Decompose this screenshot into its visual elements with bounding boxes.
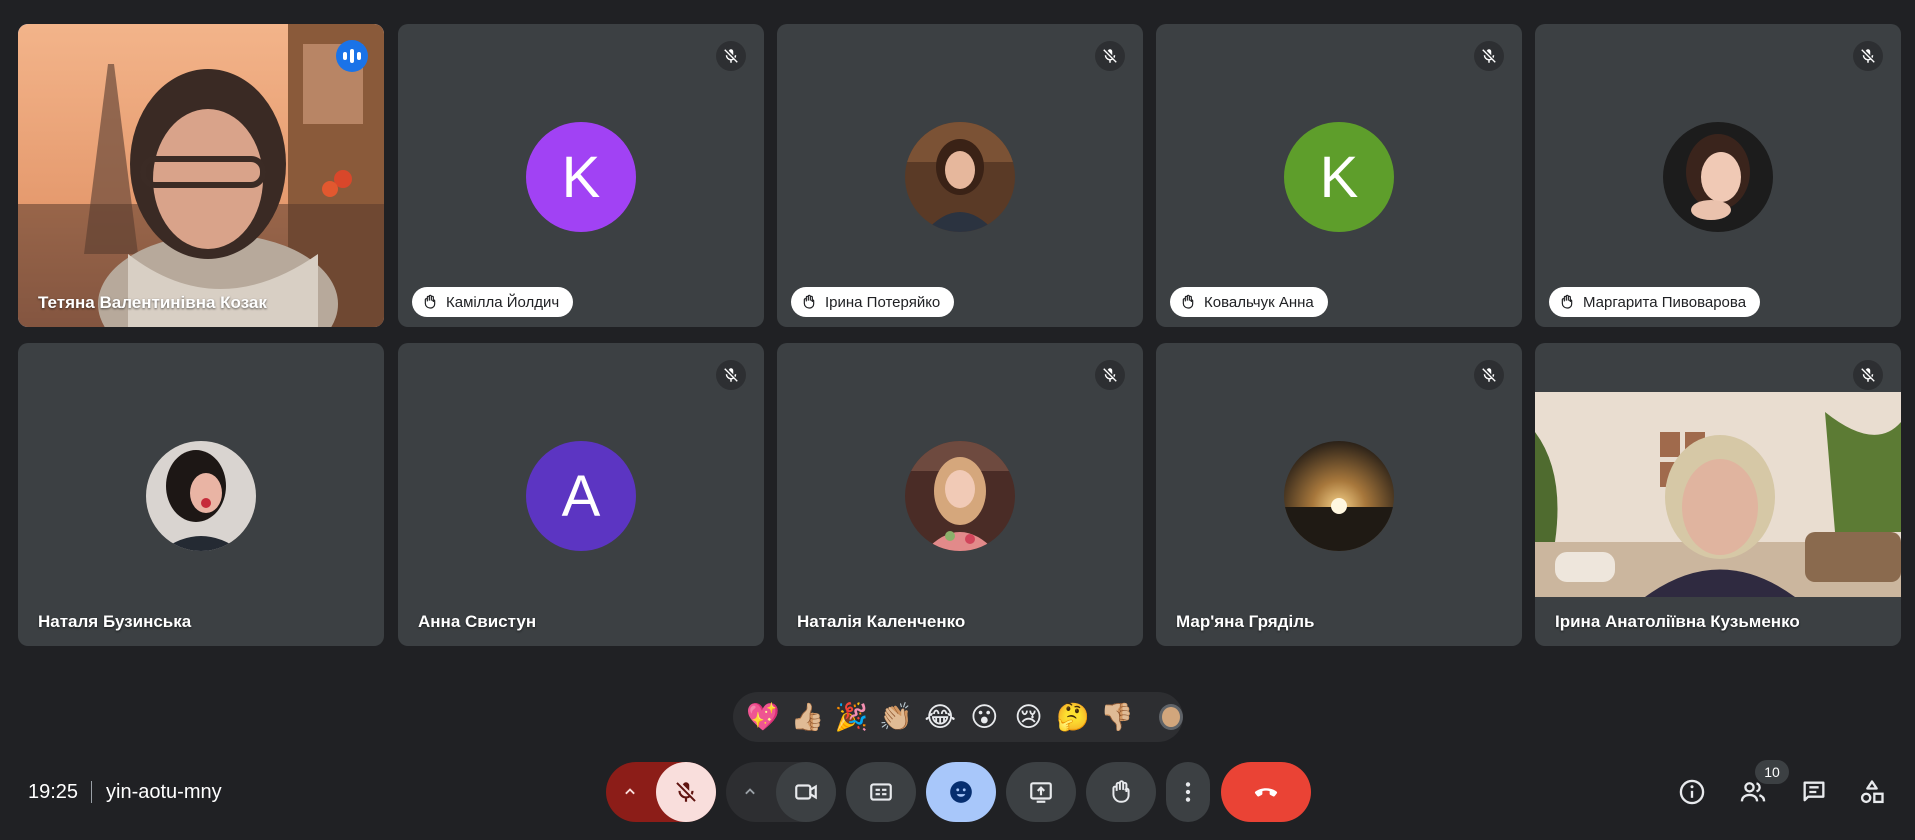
meeting-time: 19:25 xyxy=(28,781,79,803)
participant-tile-2[interactable]: K Камілла Йолдич xyxy=(398,24,764,327)
mic-off-icon xyxy=(1853,41,1883,71)
reaction-thumbs-up[interactable]: 👍🏼 xyxy=(785,697,829,737)
mic-off-icon xyxy=(1474,41,1504,71)
avatar xyxy=(1663,122,1773,232)
reaction-sparkling-heart[interactable]: 💖 xyxy=(741,697,785,737)
avatar: K xyxy=(1284,122,1394,232)
hand-raised-chip: Камілла Йолдич xyxy=(412,287,574,317)
avatar xyxy=(905,441,1015,551)
participant-tile-9[interactable]: Мар'яна Гряділь xyxy=(1156,343,1522,646)
mic-off-icon xyxy=(676,782,696,802)
hand-raised-chip: Ковальчук Анна xyxy=(1170,287,1328,317)
emoji-icon xyxy=(950,781,972,803)
participant-tile-5[interactable]: Маргарита Пивоварова xyxy=(1535,24,1901,327)
raise-hand-icon xyxy=(1112,780,1130,803)
bottom-toolbar: 19:25 yin-aotu-mny 10 xyxy=(0,760,1915,824)
activities-button[interactable] xyxy=(1850,770,1894,814)
captions-button[interactable] xyxy=(846,762,916,822)
mic-off-icon xyxy=(1095,41,1125,71)
chevron-up-icon xyxy=(625,788,635,795)
participant-video xyxy=(18,24,384,327)
camera-toggle-button[interactable] xyxy=(776,762,836,822)
participant-name: Ірина Анатоліївна Кузьменко xyxy=(1555,612,1800,631)
mic-off-icon xyxy=(1095,360,1125,390)
divider xyxy=(91,781,92,803)
meeting-details-button[interactable] xyxy=(1670,770,1714,814)
participant-tile-7[interactable]: A Анна Свистун xyxy=(398,343,764,646)
participant-tile-6[interactable]: Наталя Бузинська xyxy=(18,343,384,646)
participant-name: Анна Свистун xyxy=(418,612,537,631)
mic-off-icon xyxy=(1853,360,1883,390)
avatar xyxy=(1284,441,1394,551)
chat-button[interactable] xyxy=(1792,770,1836,814)
reaction-thumbs-down[interactable]: 👎🏼 xyxy=(1095,697,1139,737)
participant-tile-4[interactable]: K Ковальчук Анна xyxy=(1156,24,1522,327)
participant-name: Ірина Потеряйко xyxy=(825,293,941,311)
mic-off-icon xyxy=(716,41,746,71)
present-screen-icon xyxy=(1030,782,1052,803)
mic-off-icon xyxy=(1474,360,1504,390)
speaking-indicator-icon xyxy=(336,40,368,72)
present-button[interactable] xyxy=(1006,762,1076,822)
avatar: A xyxy=(526,441,636,551)
reaction-laughing[interactable]: 😂 xyxy=(918,697,962,737)
info-icon xyxy=(1679,779,1705,805)
call-end-icon xyxy=(1254,788,1278,797)
participant-name: Наталія Каленченко xyxy=(797,612,966,631)
raise-hand-button[interactable] xyxy=(1086,762,1156,822)
skin-tone-selector[interactable] xyxy=(1159,704,1183,730)
videocam-icon xyxy=(795,784,817,800)
reactions-bar: 💖 👍🏼 🎉 👏🏼 😂 😮 😢 🤔 👎🏼 xyxy=(733,692,1183,742)
reaction-thinking[interactable]: 🤔 xyxy=(1051,697,1095,737)
hand-raised-icon xyxy=(1182,294,1194,309)
participant-tile-10[interactable]: Ірина Анатоліївна Кузьменко xyxy=(1535,343,1901,646)
participant-tile-8[interactable]: Наталія Каленченко xyxy=(777,343,1143,646)
activities-icon xyxy=(1860,780,1884,804)
participant-name: Ковальчук Анна xyxy=(1204,293,1314,311)
people-button[interactable] xyxy=(1731,770,1775,814)
reaction-surprised[interactable]: 😮 xyxy=(962,697,1006,737)
chevron-up-icon xyxy=(745,788,755,795)
hand-raised-icon xyxy=(424,294,436,309)
leave-call-button[interactable] xyxy=(1221,762,1311,822)
participant-name: Маргарита Пивоварова xyxy=(1583,293,1747,311)
microphone-toggle-button[interactable] xyxy=(656,762,716,822)
mic-off-icon xyxy=(716,360,746,390)
participant-grid: Тетяна Валентинівна Козак K Камілла Йолд… xyxy=(18,24,1901,647)
avatar xyxy=(146,441,256,551)
more-vert-icon xyxy=(1185,782,1191,802)
hand-raised-chip: Маргарита Пивоварова xyxy=(1549,287,1761,317)
reaction-party-popper[interactable]: 🎉 xyxy=(830,697,874,737)
avatar: K xyxy=(526,122,636,232)
avatar xyxy=(905,122,1015,232)
meeting-code: yin-aotu-mny xyxy=(106,781,222,803)
participant-name: Тетяна Валентинівна Козак xyxy=(38,293,267,312)
chat-icon xyxy=(1803,781,1825,802)
captions-icon xyxy=(870,783,892,801)
reaction-clapping[interactable]: 👏🏼 xyxy=(874,697,918,737)
people-icon xyxy=(1740,782,1766,802)
reactions-button[interactable] xyxy=(926,762,996,822)
participant-tile-1[interactable]: Тетяна Валентинівна Козак xyxy=(18,24,384,327)
participant-name: Наталя Бузинська xyxy=(38,612,192,631)
participant-name: Мар'яна Гряділь xyxy=(1176,612,1315,631)
hand-raised-chip: Ірина Потеряйко xyxy=(791,287,955,317)
more-options-button[interactable] xyxy=(1166,762,1210,822)
hand-raised-icon xyxy=(803,294,815,309)
participant-video xyxy=(1535,392,1901,597)
participant-name: Камілла Йолдич xyxy=(446,293,560,311)
participant-tile-3[interactable]: Ірина Потеряйко xyxy=(777,24,1143,327)
hand-raised-icon xyxy=(1561,294,1573,309)
reaction-crying[interactable]: 😢 xyxy=(1007,697,1051,737)
